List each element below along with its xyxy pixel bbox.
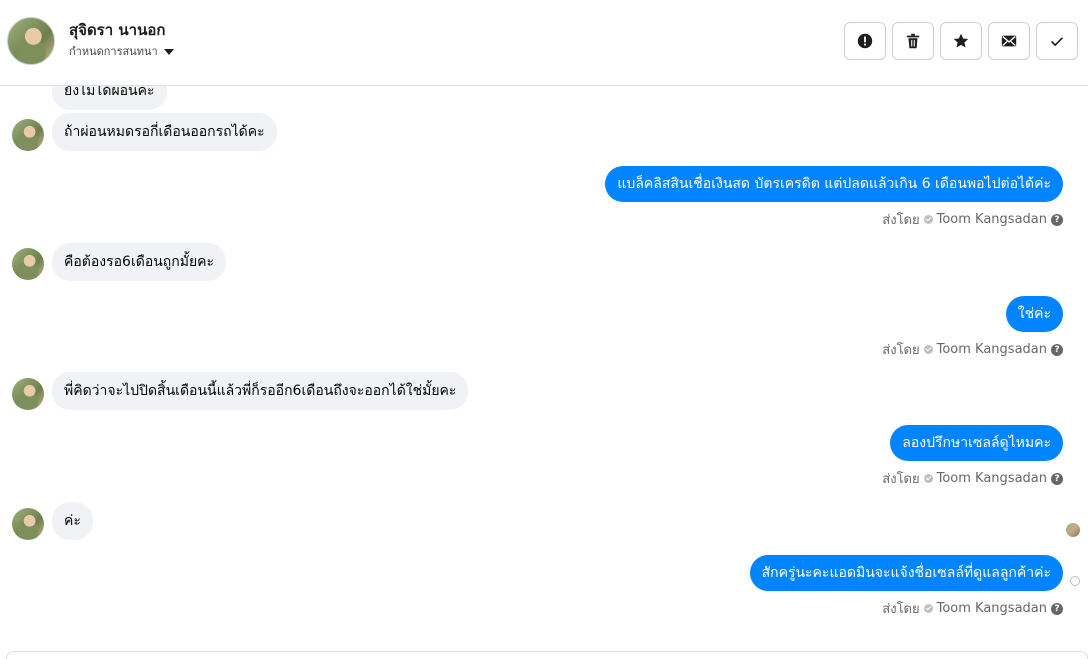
- assign-conversation-dropdown[interactable]: กำหนดการสนทนา: [69, 42, 174, 60]
- star-button[interactable]: [940, 22, 982, 60]
- contact-avatar-small: [12, 508, 44, 540]
- outgoing-message: ใช่ค่ะ: [1005, 296, 1063, 332]
- help-icon[interactable]: ?: [1051, 213, 1063, 226]
- conversation-header: สุจิดรา นานอก กำหนดการสนทนา: [0, 0, 1088, 86]
- contact-avatar-small: [12, 119, 44, 151]
- star-icon: [953, 33, 969, 48]
- incoming-message: ยังไม่ได้ผ่อนค่ะ: [52, 86, 167, 110]
- outgoing-message: สักครู่นะคะแอดมินจะแจ้งชื่อเซลล์ที่ดูแลล…: [749, 555, 1063, 591]
- contact-avatar-small: [12, 378, 44, 410]
- message-composer[interactable]: [6, 651, 1088, 659]
- caret-down-icon: [163, 49, 174, 55]
- contact-avatar-small: [12, 248, 44, 280]
- incoming-message: คือต้องรอ6เดือนถูกมั้ยคะ: [52, 243, 227, 281]
- verified-check-icon: [923, 345, 933, 354]
- sent-by-meta: ส่งโดย Toom Kangsadan ?: [882, 209, 1063, 230]
- help-icon[interactable]: ?: [1051, 343, 1063, 356]
- delivery-status-icon: [1070, 576, 1080, 586]
- conversation-actions: [844, 22, 1078, 60]
- incoming-message: ค่ะ: [52, 502, 93, 540]
- message-thread[interactable]: ยังไม่ได้ผ่อนค่ะ ถ้าผ่อนหมดรอกี่เดือนออก…: [0, 86, 1088, 651]
- delete-button[interactable]: [892, 22, 934, 60]
- trash-icon: [906, 33, 920, 49]
- incoming-message: ถ้าผ่อนหมดรอกี่เดือนออกรถได้คะ: [52, 113, 277, 151]
- verified-check-icon: [923, 604, 933, 613]
- alert-icon: [857, 33, 873, 49]
- contact-name[interactable]: สุจิดรา นานอก: [69, 18, 165, 42]
- sender-name: Toom Kangsadan: [936, 471, 1047, 486]
- sender-name: Toom Kangsadan: [936, 342, 1047, 357]
- verified-check-icon: [923, 215, 933, 224]
- sent-by-label: ส่งโดย: [882, 213, 920, 228]
- seen-by-avatar: [1066, 523, 1080, 537]
- assign-conversation-label: กำหนดการสนทนา: [69, 45, 158, 58]
- sent-by-meta: ส่งโดย Toom Kangsadan ?: [882, 598, 1063, 619]
- check-icon: [1051, 37, 1063, 47]
- sent-by-meta: ส่งโดย Toom Kangsadan ?: [882, 468, 1063, 489]
- help-icon[interactable]: ?: [1051, 602, 1063, 615]
- mark-unread-button[interactable]: [988, 22, 1030, 60]
- incoming-message: พี่คิดว่าจะไปปิดสิ้นเดือนนี้แล้วพี่ก็รออ…: [52, 372, 469, 410]
- sent-by-label: ส่งโดย: [882, 602, 920, 617]
- sent-by-label: ส่งโดย: [882, 343, 920, 358]
- help-icon[interactable]: ?: [1051, 472, 1063, 485]
- mark-spam-button[interactable]: [844, 22, 886, 60]
- outgoing-message: ลองปรึกษาเซลล์ดูไหมคะ: [890, 425, 1063, 461]
- sender-name: Toom Kangsadan: [936, 212, 1047, 227]
- sender-name: Toom Kangsadan: [936, 601, 1047, 616]
- sent-by-label: ส่งโดย: [882, 472, 920, 487]
- verified-check-icon: [923, 474, 933, 483]
- mail-icon: [1001, 35, 1017, 47]
- mark-done-button[interactable]: [1036, 22, 1078, 60]
- contact-avatar[interactable]: [7, 17, 55, 65]
- sent-by-meta: ส่งโดย Toom Kangsadan ?: [882, 339, 1063, 360]
- outgoing-message: แบล็คลิสสินเชื่อเงินสด บัตรเครดิต แต่ปลด…: [605, 166, 1063, 202]
